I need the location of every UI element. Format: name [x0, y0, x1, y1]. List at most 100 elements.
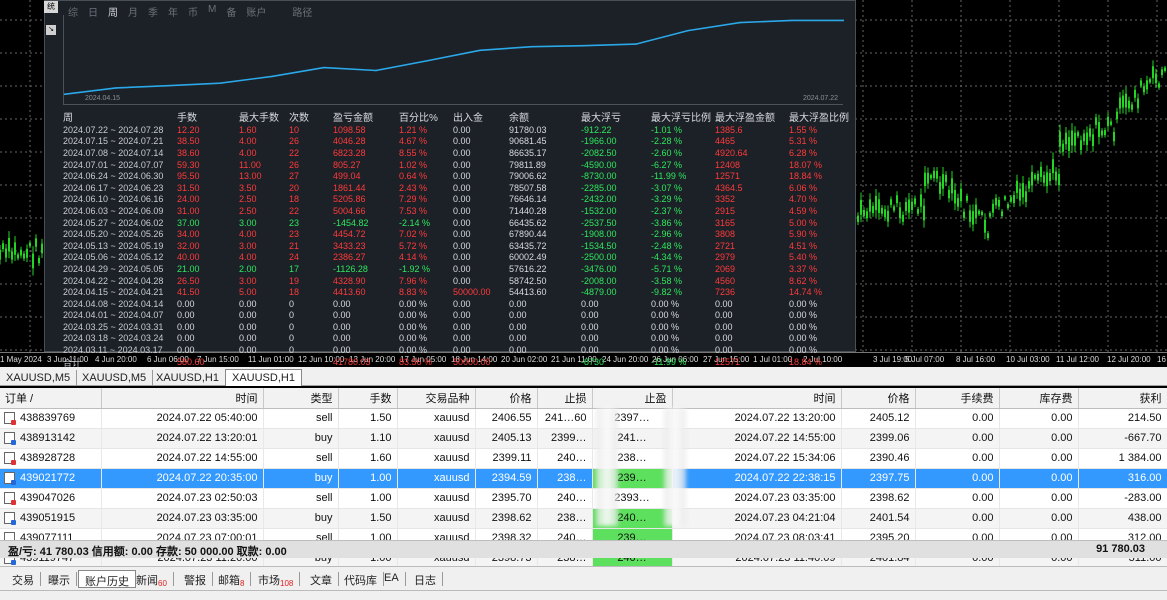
chart-tab[interactable]: XAUUSD,M5 — [0, 370, 78, 386]
candle-body — [927, 172, 929, 184]
chart-tab[interactable]: XAUUSD,M5 — [76, 370, 154, 386]
stats-week-cell: 2024.04.29 ~ 2024.05.05 — [63, 263, 164, 274]
candle-body — [1134, 89, 1136, 98]
order-row[interactable]: 438928728 2024.07.22 14:55:00 sell 1.60 xauu… — [0, 448, 1167, 469]
orders-header-cell[interactable]: 订单 / — [0, 388, 102, 409]
terminal-tab-4[interactable]: 警报 — [178, 572, 213, 587]
stats-cell-maxgain: 12408 — [715, 159, 741, 170]
order-ticket-cell[interactable]: 438913142 — [0, 428, 102, 449]
stats-cell-pnl: 1098.58 — [333, 124, 366, 135]
terminal-tab-9[interactable]: EA — [378, 572, 406, 586]
stats-cell-pct: -1.92 % — [399, 263, 431, 274]
stats-cell-ddpct: -3.07 % — [651, 182, 683, 193]
stats-row: 2024.04.29 ~ 2024.05.05 21.00 2.00 17 -1126.… — [63, 263, 855, 275]
stats-cell-maxgain: 4364.5 — [715, 182, 743, 193]
stats-cell-lots: 0.00 — [177, 310, 195, 321]
stats-cell-dep: 0.00 — [453, 124, 471, 135]
orders-header-cell[interactable]: 手续费 — [915, 388, 1000, 409]
terminal-tab-3[interactable]: 新闻60 — [130, 572, 174, 588]
order-symbol-cell: xauusd — [397, 488, 476, 509]
stats-cell-pct: 0.00 % — [399, 321, 428, 332]
stats-week-cell: 2024.04.01 ~ 2024.04.07 — [63, 310, 164, 321]
order-ticket-cell[interactable]: 439047026 — [0, 488, 102, 509]
orders-header-cell[interactable]: 类型 — [263, 388, 339, 409]
candle-body — [1052, 159, 1054, 174]
candle-body — [1049, 173, 1051, 182]
stats-cell-count: 20 — [289, 182, 300, 193]
order-ticket-cell[interactable]: 439051915 — [0, 508, 102, 529]
order-ticket-cell[interactable]: 438928728 — [0, 448, 102, 469]
stats-cell-bal: 78507.58 — [509, 182, 547, 193]
status-bar — [0, 590, 1167, 600]
orders-header-cell[interactable]: 获利 — [1078, 388, 1167, 409]
terminal-tab-label: 新闻 — [136, 575, 158, 587]
orders-header-cell[interactable]: 价格 — [475, 388, 538, 409]
orders-header-cell[interactable]: 时间 — [101, 388, 264, 409]
stats-cell-dep: 0.00 — [453, 205, 471, 216]
orders-header-cell[interactable]: 止盈 — [592, 388, 673, 409]
terminal-tab-0[interactable]: 交易 — [6, 572, 41, 587]
stats-cell-count: 23 — [289, 217, 300, 228]
order-commission-cell: 0.00 — [915, 428, 1000, 449]
stats-cell-lots: 26.50 — [177, 275, 200, 286]
terminal-tab-label: 代码库 — [344, 575, 377, 587]
equity-point — [219, 82, 221, 85]
terminal-tab-6[interactable]: 市场108 — [252, 572, 301, 588]
stats-week-cell: 2024.07.08 ~ 2024.07.14 — [63, 147, 164, 158]
orders-header-cell[interactable]: 手数 — [338, 388, 398, 409]
orders-header-cell[interactable]: 交易品种 — [397, 388, 476, 409]
candle-body — [869, 199, 871, 212]
stats-cell-ddpct: -4.34 % — [651, 252, 683, 263]
chart-tab[interactable]: XAUUSD,H1 — [150, 370, 226, 386]
collapse-arrow-icon[interactable]: ↘ — [46, 25, 56, 35]
orders-header-cell[interactable]: 库存费 — [999, 388, 1079, 409]
stats-cell-count: 10 — [289, 124, 300, 135]
order-swap-cell: 0.00 — [999, 428, 1079, 449]
stats-icon[interactable]: 统 — [44, 1, 58, 13]
order-close_price-cell: 2397.75 — [841, 468, 916, 489]
order-open_time-cell: 2024.07.22 14:55:00 — [101, 448, 264, 469]
stats-cell-bal: 63435.72 — [509, 240, 547, 251]
stats-cell-lots: 38.60 — [177, 147, 200, 158]
terminal-tab-5[interactable]: 邮箱8 — [212, 572, 252, 588]
order-sl-cell: 2399… — [537, 428, 593, 449]
redaction-blur — [664, 408, 686, 526]
stats-cell-lots: 0.00 — [177, 345, 195, 356]
stats-cell-ddpct: -2.28 % — [651, 136, 683, 147]
stats-total-cell: 合计 — [63, 357, 82, 367]
order-row[interactable]: 438913142 2024.07.22 13:20:01 buy 1.10 xauus… — [0, 428, 1167, 449]
price-chart[interactable]: 1 May 2024 3 Jun 11:00 4 Jun 20:00 6 Jun 06… — [0, 0, 1167, 367]
orders-header-cell[interactable]: 价格 — [841, 388, 916, 409]
terminal-tab-2[interactable]: 账户历史 — [78, 570, 136, 588]
stats-total-cell: 12571 — [715, 357, 741, 367]
stats-row: 2024.03.11 ~ 2024.03.17 0.00 0.00 0 0.00 0.00… — [63, 344, 855, 356]
candle-body — [899, 207, 901, 219]
candle-body — [5, 248, 7, 258]
candle-body — [908, 199, 910, 213]
order-row[interactable]: 438839769 2024.07.22 05:40:00 sell 1.50 xauu… — [0, 408, 1167, 429]
order-open_time-cell: 2024.07.22 05:40:00 — [101, 408, 264, 429]
stats-cell-count: 0 — [289, 298, 295, 309]
order-type-cell: buy — [263, 468, 339, 489]
stats-cell-pnl: 2386.27 — [333, 252, 366, 263]
order-close_price-cell: 2398.62 — [841, 488, 916, 509]
stats-cell-pct: 4.14 % — [399, 252, 428, 263]
terminal-tab-1[interactable]: 曝示 — [42, 572, 77, 587]
order-ticket-cell[interactable]: 438839769 — [0, 408, 102, 429]
orders-header-cell[interactable]: 止损 — [537, 388, 593, 409]
terminal-tab-7[interactable]: 文章 — [304, 572, 339, 587]
order-commission-cell: 0.00 — [915, 408, 1000, 429]
orders-header-cell[interactable]: 时间 — [672, 388, 842, 409]
order-ticket-cell[interactable]: 439021772 — [0, 468, 102, 489]
order-row[interactable]: 439051915 2024.07.23 03:35:00 buy 1.50 xauus… — [0, 508, 1167, 529]
stats-cell-maxlots: 0.00 — [239, 310, 257, 321]
candle-body — [975, 204, 977, 218]
candle-body — [1104, 130, 1106, 136]
order-swap-cell: 0.00 — [999, 508, 1079, 529]
candle-body — [1071, 130, 1073, 146]
order-row[interactable]: 439021772 2024.07.22 20:35:00 buy 1.00 xauus… — [0, 468, 1167, 489]
terminal-tab-10[interactable]: 日志 — [408, 572, 443, 587]
chart-tab[interactable]: XAUUSD,H1 — [225, 369, 302, 386]
stats-row: 2024.04.15 ~ 2024.04.21 41.50 5.00 18 4413.6… — [63, 286, 855, 298]
order-row[interactable]: 439047026 2024.07.23 02:50:03 sell 1.00 xauu… — [0, 488, 1167, 509]
